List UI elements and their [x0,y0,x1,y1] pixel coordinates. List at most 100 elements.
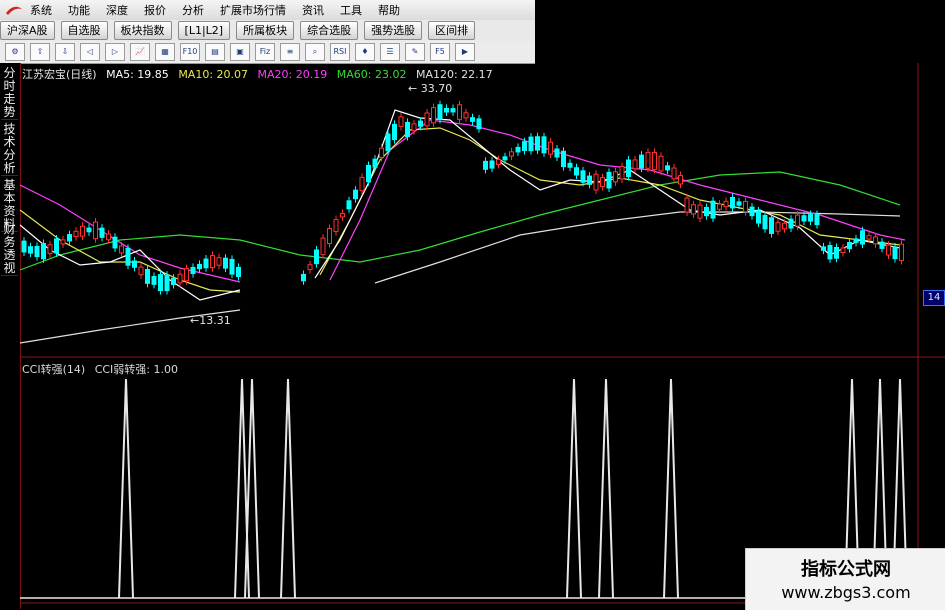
indicator-param: CCI弱转强: 1.00 [94,363,178,376]
candle-body [405,121,410,138]
candle-body [691,204,696,215]
candle-body [580,170,586,183]
cci-spike [598,378,614,599]
candle-body [424,112,430,127]
candle-body [164,274,170,292]
candle-body [652,152,657,170]
candle-body [151,275,157,285]
candle-body [678,174,683,185]
candle-body [229,258,235,275]
candle-body [704,206,709,217]
indicator-legend: CCI转强(14) CCI弱转强: 1.00 [22,361,184,377]
low-price-label: ←13.31 [190,314,231,327]
candle-body [184,268,189,282]
candle-body [223,257,228,269]
candle-body [866,235,872,240]
candle-body [886,244,891,256]
candle-body [80,225,85,237]
ma20-line-2 [329,119,906,281]
cci-spike [566,378,582,599]
candle-body [840,247,846,254]
candle-body [47,244,53,255]
candle-body [496,159,501,165]
candle-body [730,196,735,209]
candle-body [476,118,482,130]
candle-body [821,246,826,251]
candle-body [327,227,332,245]
candle-body [203,258,209,269]
candle-body [541,136,547,154]
candle-body [723,200,729,208]
ma120-label: MA120: 22.17 [415,68,493,81]
candle-body [762,214,768,230]
candle-body [333,219,339,233]
candle-body [671,167,677,180]
candle-body [574,167,579,176]
candle-body [125,247,131,266]
candle-body [554,148,560,158]
candle-body [93,221,98,240]
candle-body [632,159,638,170]
candle-body [145,269,150,284]
candle-body [502,156,508,161]
candle-body [158,274,163,292]
candle-body [392,123,397,141]
candle-body [892,246,898,260]
candle-body [814,213,820,226]
candle-body [398,116,404,127]
candle-body [860,230,865,245]
candle-body [301,273,306,282]
cci-spike [118,378,134,599]
cci-spike [280,378,296,599]
candle-body [314,249,319,265]
candle-body [873,236,878,245]
candle-body [509,151,514,157]
candle-body [379,147,384,158]
candle-body [626,159,631,178]
candle-body [587,175,592,185]
candle-body [112,236,118,249]
candle-body [808,214,813,222]
candle-body [775,222,781,232]
high-price-label: ← 33.70 [408,82,453,95]
candle-body [138,266,144,276]
kline-chart [19,63,945,604]
candle-body [548,141,553,155]
stock-title: 江苏宏宝(日线) [22,68,97,81]
candle-body [320,237,326,256]
candle-body [736,201,742,206]
candle-body [710,200,716,219]
candle-body [385,133,391,152]
candle-body [190,266,196,275]
candle-body [600,177,605,187]
candle-body [561,150,566,168]
candle-body [171,277,176,286]
candle-body [645,151,651,169]
candle-body [463,112,469,119]
ma10-label: MA10: 20.07 [178,68,249,81]
watermark: 指标公式网 www.zbgs3.com [745,548,945,610]
candle-body [788,218,794,229]
candle-body [827,245,833,260]
candle-body [749,206,755,217]
candle-body [847,242,852,250]
candle-body [353,189,358,200]
candle-body [639,154,644,169]
candle-body [522,141,527,152]
candle-body [119,245,124,254]
candle-body [359,176,365,192]
candle-body [54,238,59,254]
candle-body [411,123,417,132]
candle-body [60,239,66,245]
ma5-label: MA5: 19.85 [106,68,169,81]
candle-body [613,171,618,183]
candle-body [528,136,534,152]
candle-body [697,204,703,219]
candle-body [86,227,92,233]
watermark-title: 指标公式网 [801,559,891,580]
candle-body [483,160,488,170]
candle-body [606,171,612,189]
candle-body [769,217,774,234]
candle-body [28,246,33,254]
candle-body [34,245,40,258]
